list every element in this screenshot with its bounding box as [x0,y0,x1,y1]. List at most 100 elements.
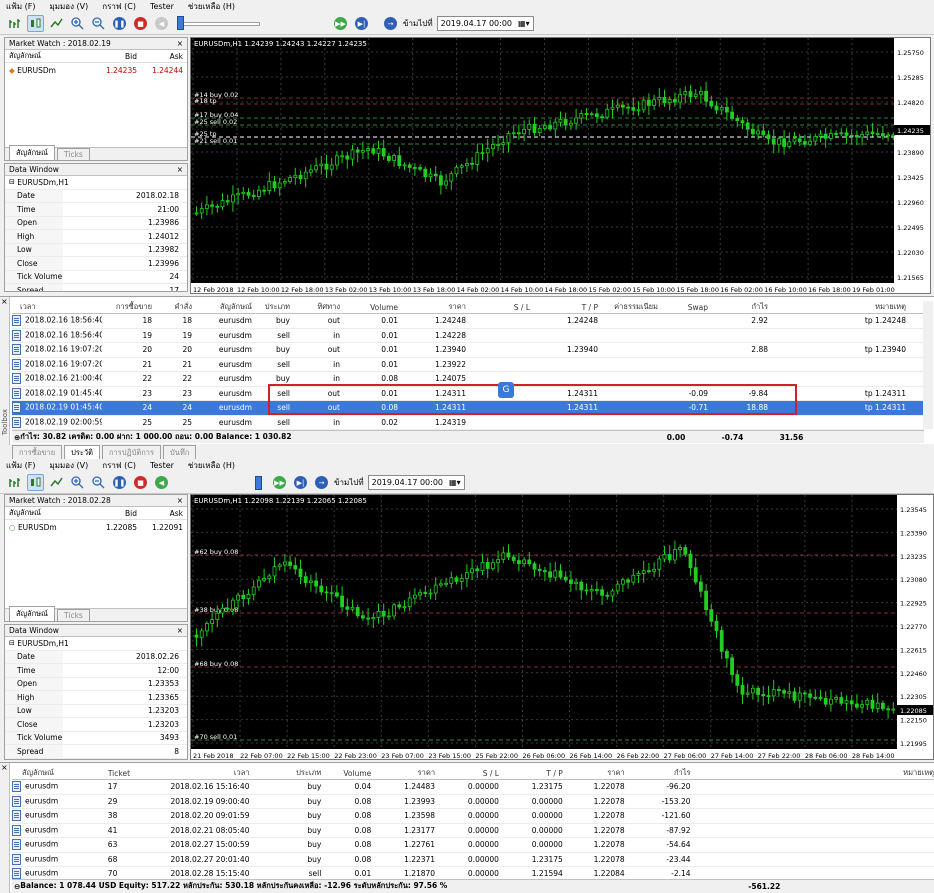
goto-icon[interactable]: → [313,474,330,491]
market-watch-row[interactable]: ○ EURUSDm 1.22085 1.22091 [5,520,187,534]
column-header[interactable]: สัญลักษณ์ [12,767,102,779]
pause-icon[interactable]: ❚❚ [111,474,128,491]
column-header[interactable]: ค่าธรรมเนียม [598,301,658,313]
close-icon[interactable]: × [177,626,183,635]
bar-chart-icon[interactable] [6,474,23,491]
column-header[interactable]: เวลา [164,767,250,779]
tab-symbols[interactable]: สัญลักษณ์ [9,145,56,160]
close-icon[interactable]: × [0,297,9,306]
candlestick-chart[interactable]: 1.23545 1.23390 1.23235 1.23080 1.22925 1.227… [191,495,934,760]
column-header[interactable]: ทิศทาง [290,301,340,313]
col-ask[interactable]: Ask [137,509,183,518]
terminal-tab[interactable]: การซื้อขาย [12,445,63,460]
menu-file[interactable]: แฟ้ม (F) [6,0,35,13]
column-header[interactable]: T / P [530,303,598,312]
table-row[interactable]: eurusdm 38 2018.02.20 09:01:59 buy 0.08 1.235… [12,809,934,824]
zoom-in-icon[interactable] [69,15,86,32]
table-row[interactable]: eurusdm 68 2018.02.27 20:01:40 buy 0.08 1.223… [12,853,934,867]
column-header[interactable]: T / P [499,769,562,778]
col-bid[interactable]: Bid [95,509,137,518]
close-icon[interactable]: × [177,165,183,174]
col-symbol[interactable]: สัญลักษณ์ [5,507,95,519]
menu-tester[interactable]: Tester [150,461,174,470]
speed-slider[interactable] [177,15,260,30]
zoom-out-icon[interactable] [90,474,107,491]
chart-bottom[interactable]: 1.23545 1.23390 1.23235 1.23080 1.22925 1.227… [190,494,934,760]
menu-help[interactable]: ช่วยเหลือ (H) [188,0,235,13]
table-row[interactable]: 2018.02.16 19:07:20 20 20 eurusdm buy out 0.01… [12,343,924,358]
column-header[interactable]: ราคา [563,767,624,779]
table-row[interactable]: 2018.02.16 18:56:40 19 19 eurusdm sell in 0.01… [12,329,924,343]
column-header[interactable]: Ticket [102,769,164,778]
market-watch-row[interactable]: ◆ EURUSDm 1.24235 1.24244 [5,63,187,77]
close-icon[interactable]: × [0,763,9,772]
tab-ticks[interactable]: Ticks [57,609,90,621]
menu-help[interactable]: ช่วยเหลือ (H) [188,459,235,472]
stop-icon[interactable]: ■ [132,15,149,32]
collapse-icon[interactable]: ⊟ [5,639,15,647]
menu-file[interactable]: แฟ้ม (F) [6,459,35,472]
line-chart-icon[interactable] [48,15,65,32]
column-header[interactable]: สัญลักษณ์ [192,301,252,313]
bar-chart-icon[interactable] [6,15,23,32]
column-header[interactable]: ราคา [371,767,435,779]
fast-forward-icon[interactable]: ▶▶ [271,474,288,491]
calendar-icon[interactable]: ▦▾ [449,478,461,487]
column-header[interactable]: หมายเหตุ [768,301,906,313]
candle-chart-icon[interactable] [27,15,44,32]
zoom-out-icon[interactable] [90,15,107,32]
step-back-icon[interactable]: ◀ [153,474,170,491]
column-header[interactable]: S / L [466,303,530,312]
skip-icon[interactable]: ▶| [292,474,309,491]
goto-icon[interactable]: → [382,15,399,32]
step-back-icon[interactable]: ◀ [153,15,170,32]
col-bid[interactable]: Bid [95,52,137,61]
tab-ticks[interactable]: Ticks [57,148,90,160]
stop-icon[interactable]: ■ [132,474,149,491]
column-header[interactable]: คำสั่ง [152,301,192,313]
vertical-scrollbar[interactable] [923,301,933,429]
col-ask[interactable]: Ask [137,52,183,61]
goto-date-field[interactable]: 2019.04.17 00:00 ▦▾ [367,475,465,490]
table-row[interactable]: eurusdm 63 2018.02.27 15:00:59 buy 0.08 1.227… [12,838,934,853]
toolbox-tab[interactable]: Toolbox [1,409,9,435]
column-header[interactable]: หมายเหตุ [691,767,934,779]
collapse-icon[interactable]: ⊟ [5,178,15,186]
menu-chart[interactable]: กราฟ (C) [102,459,136,472]
table-row[interactable]: 2018.02.19 02:00:59 25 25 eurusdm sell in 0.02… [12,416,924,430]
calendar-icon[interactable]: ▦▾ [518,19,530,28]
col-symbol[interactable]: สัญลักษณ์ [5,50,95,62]
translate-icon[interactable]: G [498,382,514,398]
column-header[interactable]: Swap [658,303,708,312]
column-header[interactable]: กำไร [708,301,768,313]
column-header[interactable]: Volume [340,303,398,312]
tab-symbols[interactable]: สัญลักษณ์ [9,606,56,621]
column-header[interactable]: การซื้อขาย [102,301,152,313]
table-row[interactable]: eurusdm 17 2018.02.16 15:16:40 buy 0.04 1.244… [12,780,934,795]
close-icon[interactable]: × [177,39,183,48]
speed-knob-icon[interactable] [250,474,267,491]
column-header[interactable]: ประเภท [252,301,290,313]
column-header[interactable]: S / L [435,769,499,778]
column-header[interactable]: ประเภท [250,767,321,779]
close-icon[interactable]: × [177,496,183,505]
candlestick-chart[interactable]: 1.257501.252851.248201.243551.238901.234… [191,38,931,294]
pause-icon[interactable]: ❚❚ [111,15,128,32]
candle-chart-icon[interactable] [27,474,44,491]
chart-top[interactable]: 1.257501.252851.248201.243551.238901.234… [190,37,931,294]
table-row[interactable]: 2018.02.16 18:56:40 18 18 eurusdm buy out 0.01… [12,314,924,329]
menu-view[interactable]: มุมมอง (V) [49,0,88,13]
column-header[interactable]: ราคา [398,301,466,313]
line-chart-icon[interactable] [48,474,65,491]
speed-slider-knob[interactable] [177,15,184,30]
menu-tester[interactable]: Tester [150,2,174,11]
column-header[interactable]: กำไร [625,767,691,779]
table-row[interactable]: eurusdm 41 2018.02.21 08:05:40 buy 0.08 1.231… [12,824,934,838]
menu-view[interactable]: มุมมอง (V) [49,459,88,472]
terminal-tab[interactable]: ประวัติ [64,445,101,460]
menu-chart[interactable]: กราฟ (C) [102,0,136,13]
table-row[interactable]: 2018.02.16 19:07:20 21 21 eurusdm sell in 0.01… [12,358,924,372]
fast-forward-icon[interactable]: ▶▶ [332,15,349,32]
terminal-tab[interactable]: บันทึก [163,445,197,460]
goto-date-field[interactable]: 2019.04.17 00:00 ▦▾ [436,16,534,31]
